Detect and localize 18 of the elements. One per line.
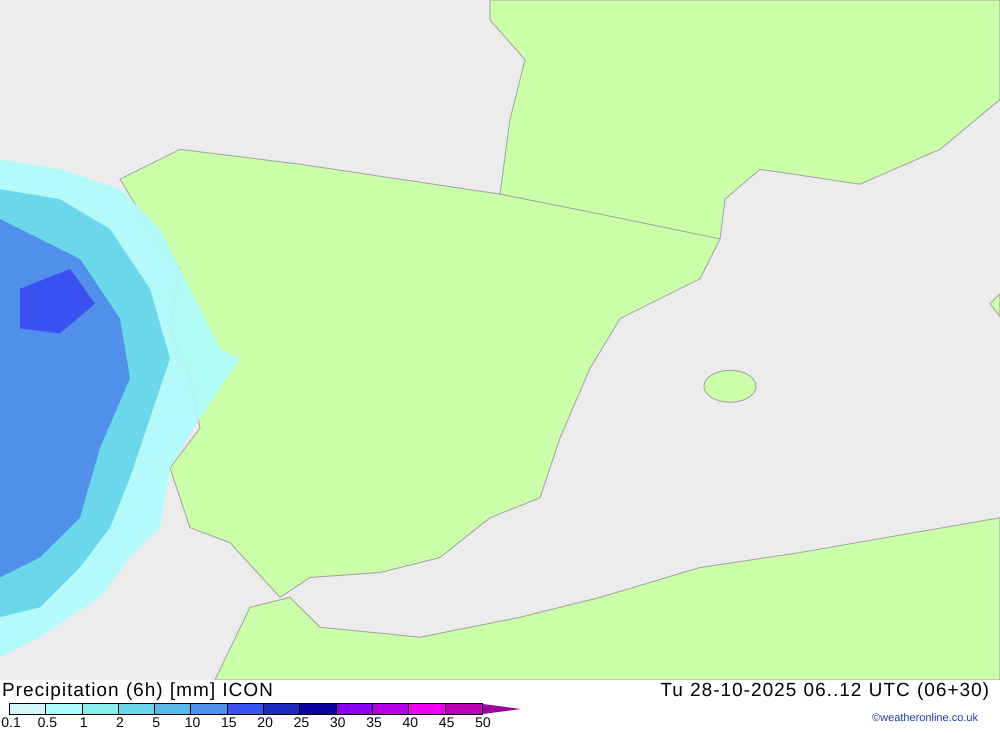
scale-label: 15 [221, 715, 237, 729]
scale-label: 2 [116, 715, 124, 729]
scale-label: 30 [330, 715, 346, 729]
scale-label: 20 [257, 715, 273, 729]
valid-time: Tu 28-10-2025 06..12 UTC (06+30) [660, 681, 990, 700]
scale-label: 10 [184, 715, 200, 729]
scale-label: 40 [402, 715, 418, 729]
map-title: Precipitation (6h) [mm] ICON [2, 681, 274, 700]
scale-label: 35 [366, 715, 382, 729]
scale-label: 50 [475, 715, 491, 729]
credit-link[interactable]: ©weatheronline.co.uk [872, 713, 978, 732]
scale-label: 0.1 [1, 715, 21, 729]
scale-label: 45 [438, 715, 454, 729]
scale-label: 25 [294, 715, 310, 729]
scale-arrow-icon [482, 704, 521, 714]
scale-label: 5 [152, 715, 160, 729]
scale-label: 1 [80, 715, 88, 729]
scale-label: 0.5 [38, 715, 58, 729]
